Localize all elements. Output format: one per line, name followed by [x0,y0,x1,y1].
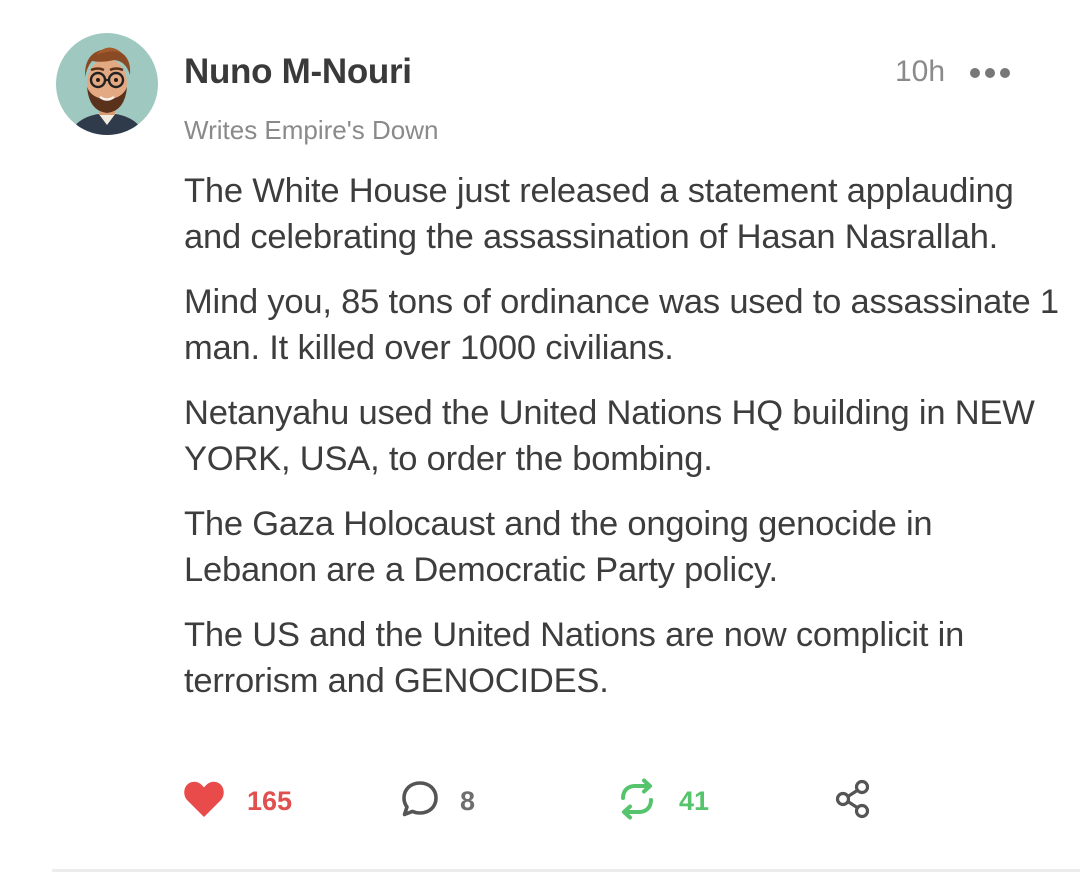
restack-arrows-icon [617,778,657,825]
author-name[interactable]: Nuno M-Nouri [184,52,412,92]
post-paragraph: The US and the United Nations are now co… [184,616,965,700]
comment-button[interactable]: 8 [400,776,475,826]
post-paragraph: Mind you, 85 tons of ordinance was used … [184,283,1059,367]
like-button[interactable]: 165 [183,776,292,826]
share-button[interactable] [833,776,873,826]
post-body: The White House just released a statemen… [184,169,1064,724]
post-paragraph: The White House just released a statemen… [184,172,1014,256]
post-paragraph: The Gaza Holocaust and the ongoing genoc… [184,505,933,589]
like-count: 165 [247,785,293,816]
restack-button[interactable]: 41 [617,776,709,826]
comment-bubble-icon [400,779,440,824]
share-icon [833,779,873,824]
author-subtitle[interactable]: Writes Empire's Down [184,115,438,146]
author-avatar-icon[interactable] [56,33,158,135]
heart-icon [183,780,225,823]
comment-count: 8 [460,785,476,816]
more-options-icon[interactable] [968,62,1012,84]
post-paragraph: Netanyahu used the United Nations HQ bui… [184,394,1035,478]
divider [52,869,1080,872]
post-timestamp: 10h [895,55,946,88]
restack-count: 41 [679,785,710,816]
note-post: Nuno M-Nouri 10h Writes Empire's Down Th… [0,0,1080,890]
